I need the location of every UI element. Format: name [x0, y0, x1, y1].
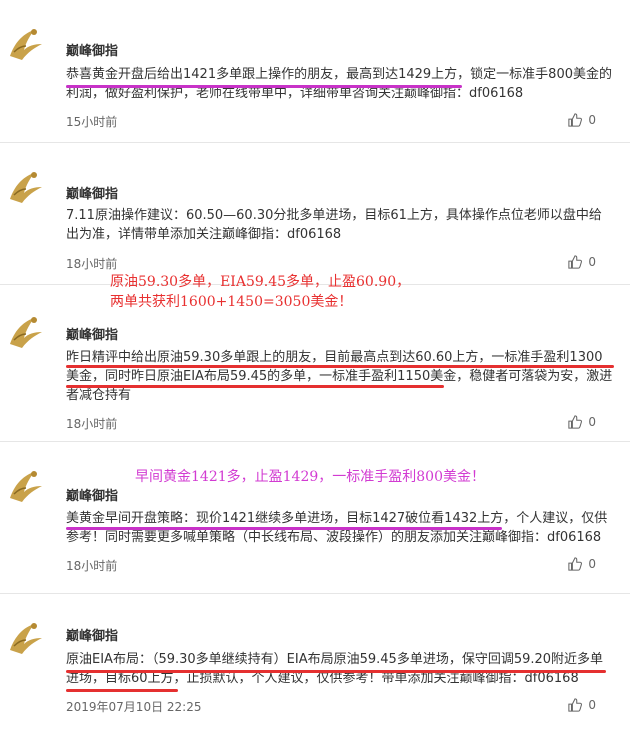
- post-time: 18小时前: [66, 257, 118, 271]
- thumbs-up-icon: [568, 113, 583, 127]
- post-text: 7.11原油操作建议：60.50—60.30分批多单进场，目标61上方，具体操作…: [66, 208, 602, 242]
- avatar: [10, 172, 42, 203]
- post-item: 巅峰御指 7.11原油操作建议：60.50—60.30分批多单进场，目标61上方…: [0, 143, 630, 285]
- post-text: 恭喜黄金开盘后给出1421多单跟上操作的朋友，最高到达1429上方，锁定一标准手…: [66, 67, 612, 101]
- post-item: 巅峰御指 美黄金早间开盘策略：现价1421继续多单进场，目标1427破位看143…: [0, 442, 630, 594]
- post-time: 18小时前: [66, 417, 118, 431]
- highlight-underline: [66, 365, 614, 368]
- like-count: 0: [588, 557, 596, 571]
- thumbs-up-icon: [568, 255, 583, 269]
- avatar: [10, 623, 42, 654]
- post-time: 15小时前: [66, 115, 118, 129]
- post-item: 巅峰御指 原油EIA布局：（59.30多单继续持有）EIA布局原油59.45多单…: [0, 594, 630, 732]
- highlight-underline: [66, 527, 502, 530]
- thumbs-up-icon: [568, 415, 583, 429]
- author-name[interactable]: 巅峰御指: [66, 183, 118, 202]
- post-text: 原油EIA布局：（59.30多单继续持有）EIA布局原油59.45多单进场，保守…: [66, 652, 604, 686]
- author-name[interactable]: 巅峰御指: [66, 40, 118, 59]
- avatar: [10, 29, 42, 60]
- post-item: 巅峰御指 昨日精评中给出原油59.30多单跟上的朋友，目前最高点到达60.60上…: [0, 285, 630, 442]
- like-button[interactable]: 0: [568, 255, 596, 269]
- avatar: [10, 317, 42, 348]
- like-button[interactable]: 0: [568, 557, 596, 571]
- like-count: 0: [588, 415, 596, 429]
- post-item: 巅峰御指 恭喜黄金开盘后给出1421多单跟上操作的朋友，最高到达1429上方，锁…: [0, 0, 630, 143]
- author-name[interactable]: 巅峰御指: [66, 625, 118, 644]
- thumbs-up-icon: [568, 698, 583, 712]
- highlight-underline: [66, 385, 444, 388]
- thumbs-up-icon: [568, 557, 583, 571]
- like-count: 0: [588, 255, 596, 269]
- avatar: [10, 471, 42, 502]
- like-button[interactable]: 0: [568, 415, 596, 429]
- like-count: 0: [588, 698, 596, 712]
- like-button[interactable]: 0: [568, 698, 596, 712]
- highlight-underline: [66, 85, 462, 88]
- highlight-underline: [66, 689, 178, 692]
- author-name[interactable]: 巅峰御指: [66, 324, 118, 343]
- highlight-underline: [66, 670, 606, 673]
- like-count: 0: [588, 113, 596, 127]
- like-button[interactable]: 0: [568, 113, 596, 127]
- post-text: 昨日精评中给出原油59.30多单跟上的朋友，目前最高点到达60.60上方，一标准…: [66, 350, 613, 403]
- post-time: 2019年07月10日 22:25: [66, 700, 202, 714]
- post-time: 18小时前: [66, 559, 118, 573]
- author-name[interactable]: 巅峰御指: [66, 485, 118, 504]
